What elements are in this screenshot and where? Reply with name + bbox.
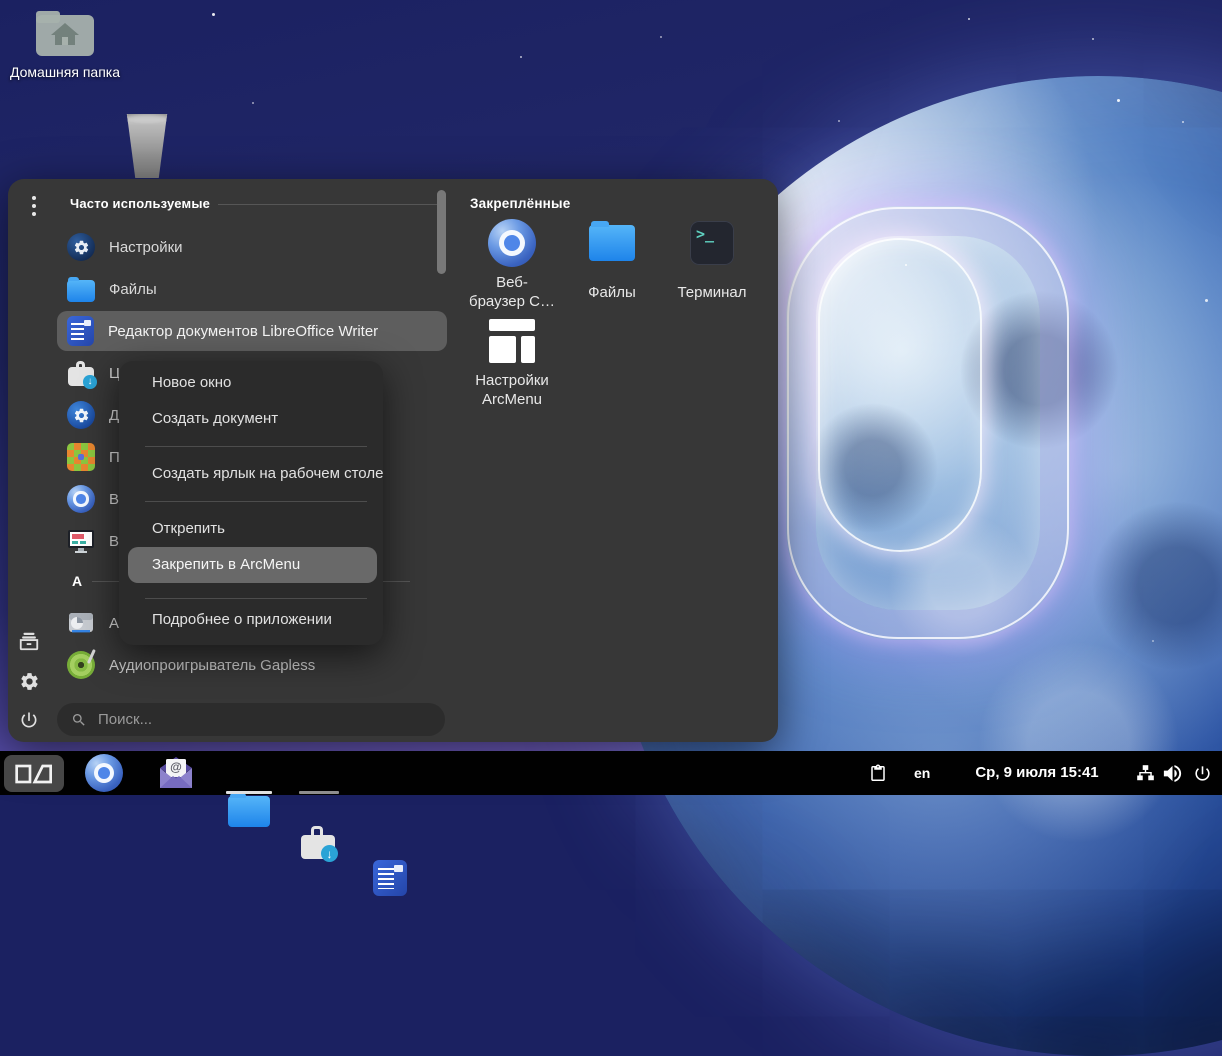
app-row-gapless[interactable]: Аудиопроигрыватель Gapless: [57, 645, 447, 685]
files-folder-icon: [67, 280, 95, 302]
star: [660, 36, 662, 38]
taskbar-chromium-icon[interactable]: [85, 754, 123, 792]
power-icon[interactable]: [16, 707, 42, 733]
arcmenu-launcher-icon: [14, 762, 54, 786]
context-item-create-desktop-shortcut[interactable]: Создать ярлык на рабочем столе: [119, 457, 383, 491]
file-cabinet-icon[interactable]: [16, 628, 42, 654]
context-item-new-document[interactable]: Создать документ: [119, 402, 383, 436]
pinned-label: Файлы: [588, 283, 636, 302]
desktop-home-folder[interactable]: Домашняя папка: [6, 8, 124, 80]
pinned-label-line1: Веб-: [496, 273, 528, 292]
taskbar-mail-icon[interactable]: @: [157, 754, 195, 797]
search-icon: [71, 712, 87, 728]
star: [1117, 99, 1120, 102]
star: [1205, 299, 1208, 302]
app-center-icon: ↓: [67, 359, 95, 387]
display-icon: [67, 527, 95, 555]
pinned-tile-web-browser[interactable]: Веб- браузер C…: [460, 217, 564, 311]
star: [1092, 38, 1094, 40]
app-label: Аудиопроигрыватель Gapless: [109, 657, 315, 674]
app-context-menu: Новое окно Создать документ Создать ярлы…: [119, 361, 383, 645]
disk-usage-icon: [67, 609, 95, 637]
context-divider: [145, 446, 367, 447]
search-bar[interactable]: [57, 703, 445, 736]
star: [1152, 640, 1154, 642]
vinyl-record-icon: [67, 651, 95, 679]
svg-text:@: @: [170, 760, 182, 774]
pinned-label-line2: браузер C…: [469, 292, 555, 311]
pinned-tile-files[interactable]: Файлы: [560, 217, 664, 302]
files-folder-icon: [589, 225, 635, 261]
settings-icon: [67, 233, 95, 261]
home-folder-icon: [34, 8, 96, 58]
pinned-label-line1: Настройки: [475, 371, 549, 390]
blue-gear-icon: [67, 401, 95, 429]
letter-section-header: A: [72, 573, 82, 589]
context-divider: [145, 501, 367, 502]
running-indicator-files: [226, 791, 272, 794]
pinned-section-header: Закреплённые: [470, 196, 570, 211]
frequent-section-header: Часто используемые: [70, 196, 210, 211]
pinned-label: Терминал: [677, 283, 746, 302]
taskbar: @ ↓ en Ср, 9 июля 15:41: [0, 751, 1222, 795]
checker-pattern-icon: [67, 443, 95, 471]
clock[interactable]: Ср, 9 июля 15:41: [972, 764, 1102, 781]
power-icon[interactable]: [1193, 764, 1212, 788]
taskbar-files-icon[interactable]: [228, 796, 270, 827]
app-row-libreoffice-writer[interactable]: Редактор документов LibreOffice Writer: [57, 311, 447, 351]
context-item-pin-to-arcmenu[interactable]: Закрепить в ArcMenu: [128, 547, 377, 583]
kebab-menu-icon[interactable]: [21, 192, 47, 220]
pinned-tile-arcmenu-settings[interactable]: Настройки ArcMenu: [460, 315, 564, 409]
arcmenu-launcher-button[interactable]: [4, 755, 64, 792]
pinned-label-line2: ArcMenu: [482, 390, 542, 409]
network-icon[interactable]: [1136, 764, 1155, 788]
context-item-unpin[interactable]: Открепить: [119, 512, 383, 546]
chromium-icon: [67, 485, 95, 513]
section-divider: [218, 204, 437, 205]
star: [212, 13, 215, 16]
context-item-new-window[interactable]: Новое окно: [119, 366, 383, 400]
app-label: Редактор документов LibreOffice Writer: [108, 323, 378, 340]
app-label: Файлы: [109, 281, 157, 298]
star: [838, 120, 840, 122]
libreoffice-writer-icon: [67, 316, 94, 346]
app-row-files[interactable]: Файлы: [57, 269, 447, 309]
taskbar-writer-icon[interactable]: [373, 860, 407, 896]
star: [252, 102, 254, 104]
star: [1182, 121, 1184, 123]
running-indicator-app-center: [299, 791, 339, 794]
search-input[interactable]: [96, 710, 431, 729]
chromium-icon: [488, 219, 536, 267]
star: [520, 56, 522, 58]
gear-icon[interactable]: [16, 668, 42, 694]
arcmenu-settings-icon: [489, 319, 535, 363]
star: [968, 18, 970, 20]
app-label: Настройки: [109, 239, 183, 256]
volume-icon[interactable]: [1161, 762, 1184, 790]
star: [905, 264, 907, 266]
pinned-tile-terminal[interactable]: >_ Терминал: [660, 217, 764, 302]
glowing-ring-inner-rim: [818, 238, 982, 552]
taskbar-app-center-icon[interactable]: ↓: [300, 824, 336, 860]
home-folder-label: Домашняя папка: [6, 64, 124, 80]
context-divider: [145, 598, 367, 599]
context-item-app-details[interactable]: Подробнее о приложении: [119, 603, 383, 637]
keyboard-layout-indicator[interactable]: en: [914, 765, 930, 781]
terminal-icon: >_: [690, 221, 734, 265]
app-row-settings[interactable]: Настройки: [57, 227, 447, 267]
clipboard-icon[interactable]: [869, 764, 887, 788]
